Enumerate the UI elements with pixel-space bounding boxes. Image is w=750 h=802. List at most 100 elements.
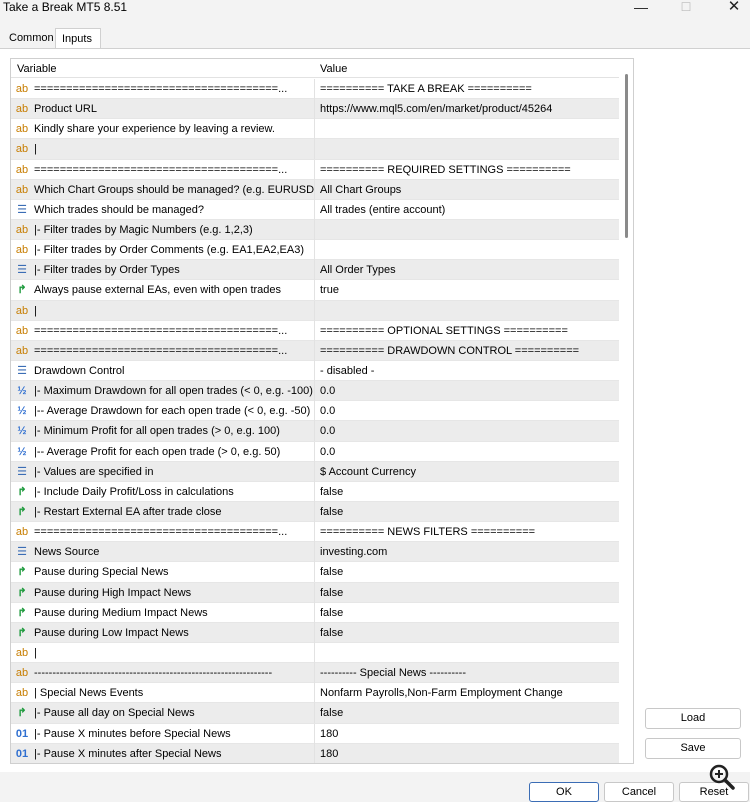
value-cell[interactable]: ---------- Special News ----------: [314, 663, 619, 684]
value-cell[interactable]: https://www.mql5.com/en/market/product/4…: [314, 99, 619, 120]
grid-header: Variable Value: [11, 59, 619, 78]
table-row[interactable]: ↱ Pause during Special News false: [11, 562, 619, 583]
table-row[interactable]: ab | Special News Events Nonfarm Payrolls,…: [11, 683, 619, 704]
value-cell[interactable]: [314, 642, 619, 663]
variable-name: Pause during Low Impact News: [34, 626, 189, 639]
maximize-icon[interactable]: ☐: [673, 0, 699, 16]
value-cell[interactable]: - disabled -: [314, 360, 619, 381]
value-cell[interactable]: [314, 240, 619, 261]
table-row[interactable]: ☰ |- Values are specified in $ Account Cur…: [11, 461, 619, 482]
table-row[interactable]: ½ |-- Average Drawdown for each open trad…: [11, 401, 619, 422]
value-cell[interactable]: All trades (entire account): [314, 199, 619, 220]
variable-name: News Source: [34, 546, 100, 559]
value-cell[interactable]: ========== OPTIONAL SETTINGS ==========: [314, 320, 619, 341]
scrollbar-thumb[interactable]: [625, 74, 628, 238]
load-button[interactable]: Load: [645, 708, 741, 729]
value-cell[interactable]: 0.0: [314, 401, 619, 422]
variable-name: |: [34, 143, 37, 156]
double-type-icon: ½: [17, 425, 27, 438]
value-cell[interactable]: 180: [314, 723, 619, 744]
value-cell[interactable]: false: [314, 481, 619, 502]
value-cell[interactable]: 0.0: [314, 421, 619, 442]
table-row[interactable]: ☰ Which trades should be managed? All trad…: [11, 199, 619, 220]
enum-type-icon: ☰: [17, 264, 27, 277]
inputs-grid: Variable Value ab =======================…: [10, 58, 634, 764]
string-type-icon: ab: [15, 667, 29, 680]
bool-type-icon: ↱: [17, 284, 27, 297]
table-row[interactable]: ab |: [11, 642, 619, 664]
table-row[interactable]: ↱ |- Pause all day on Special News false: [11, 703, 619, 724]
save-button[interactable]: Save: [645, 738, 741, 759]
table-row[interactable]: ↱ |- Restart External EA after trade clos…: [11, 501, 619, 523]
table-row[interactable]: ab ======================================…: [11, 79, 619, 100]
value-cell[interactable]: $ Account Currency: [314, 461, 619, 482]
table-row[interactable]: ab Which Chart Groups should be managed? …: [11, 179, 619, 200]
value-cell[interactable]: false: [314, 501, 619, 522]
enum-type-icon: ☰: [17, 203, 27, 216]
table-row[interactable]: ab |- Filter trades by Magic Numbers (e.g…: [11, 219, 619, 241]
bool-type-icon: ↱: [17, 626, 27, 639]
value-cell[interactable]: [314, 219, 619, 240]
title-bar: Take a Break MT5 8.51 — ☐ ✕: [0, 0, 750, 22]
value-cell[interactable]: ========== TAKE A BREAK ==========: [314, 79, 619, 99]
variable-name: Pause during Special News: [34, 566, 169, 579]
value-cell[interactable]: ========== REQUIRED SETTINGS ==========: [314, 159, 619, 180]
table-row[interactable]: ab Kindly share your experience by leavin…: [11, 119, 619, 140]
tab-inputs[interactable]: Inputs: [55, 28, 101, 49]
table-row[interactable]: ab |: [11, 300, 619, 321]
table-row[interactable]: ↱ Pause during High Impact News false: [11, 582, 619, 603]
value-cell[interactable]: 180: [314, 743, 619, 763]
value-cell[interactable]: false: [314, 602, 619, 623]
column-header-variable[interactable]: Variable: [17, 63, 57, 75]
table-row[interactable]: ab |: [11, 139, 619, 160]
string-type-icon: ab: [15, 183, 29, 196]
bool-type-icon: ↱: [17, 485, 27, 498]
table-row[interactable]: 01 |- Pause X minutes before Special News…: [11, 723, 619, 744]
value-cell[interactable]: 0.0: [314, 381, 619, 402]
value-cell[interactable]: ========== DRAWDOWN CONTROL ==========: [314, 340, 619, 361]
value-cell[interactable]: All Chart Groups: [314, 179, 619, 200]
ok-button[interactable]: OK: [529, 782, 599, 802]
table-row[interactable]: ab --------------------------------------…: [11, 663, 619, 684]
table-row[interactable]: ab ======================================…: [11, 522, 619, 543]
value-cell[interactable]: false: [314, 562, 619, 583]
table-row[interactable]: ab Product URL https://www.mql5.com/en/mar…: [11, 99, 619, 120]
value-cell[interactable]: [314, 119, 619, 140]
value-cell[interactable]: ========== NEWS FILTERS ==========: [314, 522, 619, 543]
table-row[interactable]: ab ======================================…: [11, 320, 619, 341]
value-cell[interactable]: false: [314, 582, 619, 603]
table-row[interactable]: ↱ |- Include Daily Profit/Loss in calcula…: [11, 481, 619, 502]
table-row[interactable]: ½ |- Maximum Drawdown for all open trades…: [11, 381, 619, 402]
table-row[interactable]: ab ======================================…: [11, 159, 619, 180]
table-row[interactable]: ab ======================================…: [11, 340, 619, 361]
cancel-button[interactable]: Cancel: [604, 782, 674, 802]
value-cell[interactable]: true: [314, 280, 619, 301]
value-cell[interactable]: false: [314, 703, 619, 724]
variable-name: ----------------------------------------…: [34, 667, 273, 680]
value-cell[interactable]: [314, 300, 619, 321]
value-cell[interactable]: All Order Types: [314, 260, 619, 281]
grid-rows: ab ======================================…: [11, 79, 619, 763]
table-row[interactable]: ↱ Always pause external EAs, even with op…: [11, 280, 619, 301]
table-row[interactable]: 01 |- Pause X minutes after Special News 1…: [11, 743, 619, 763]
minimize-icon[interactable]: —: [628, 0, 654, 16]
table-row[interactable]: ↱ Pause during Medium Impact News false: [11, 602, 619, 623]
column-header-value[interactable]: Value: [320, 63, 347, 75]
close-icon[interactable]: ✕: [721, 0, 747, 16]
value-cell[interactable]: Nonfarm Payrolls,Non-Farm Employment Cha…: [314, 683, 619, 704]
value-cell[interactable]: false: [314, 622, 619, 643]
table-row[interactable]: ☰ Drawdown Control - disabled -: [11, 360, 619, 382]
vertical-scrollbar[interactable]: [619, 59, 633, 763]
value-cell[interactable]: 0.0: [314, 441, 619, 462]
table-row[interactable]: ½ |- Minimum Profit for all open trades (…: [11, 421, 619, 442]
table-row[interactable]: ☰ |- Filter trades by Order Types All Orde…: [11, 260, 619, 281]
value-cell[interactable]: investing.com: [314, 542, 619, 563]
table-row[interactable]: ½ |-- Average Profit for each open trade …: [11, 441, 619, 462]
zoom-in-icon[interactable]: [707, 762, 735, 790]
table-row[interactable]: ab |- Filter trades by Order Comments (e.…: [11, 240, 619, 261]
value-cell[interactable]: [314, 139, 619, 160]
table-row[interactable]: ↱ Pause during Low Impact News false: [11, 622, 619, 643]
tab-common[interactable]: Common: [3, 28, 54, 48]
double-type-icon: ½: [17, 445, 27, 458]
table-row[interactable]: ☰ News Source investing.com: [11, 542, 619, 563]
